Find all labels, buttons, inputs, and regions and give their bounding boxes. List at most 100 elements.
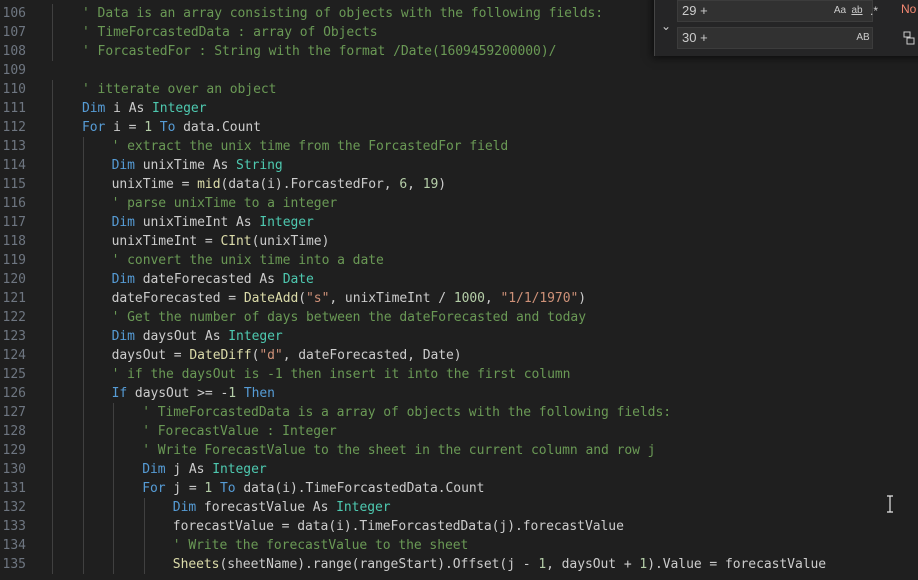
line-number: 132 [2,500,26,515]
code-line[interactable]: 114 Dim unixTime As String [0,156,918,175]
indent-guide [82,194,84,213]
find-input-box[interactable]: Aa ab .* [677,0,878,22]
code-line[interactable]: 117 Dim unixTimeInt As Integer [0,213,918,232]
code-text[interactable]: ' extract the unix time from the Forcast… [112,137,509,156]
code-token: daysOut >= - [127,386,229,401]
code-text[interactable]: ' if the daysOut is -1 then insert it in… [112,365,571,384]
code-text[interactable]: ' ForcastedFor : String with the format … [82,42,556,61]
code-text[interactable]: Dim unixTime As String [112,156,283,175]
code-text[interactable]: Dim dateForecasted As Date [112,270,314,289]
code-line[interactable]: 113 ' extract the unix time from the Forc… [0,137,918,156]
code-text[interactable]: ' ForecastValue : Integer [142,422,336,441]
toggle-replace-chevron-icon[interactable]: ⌄ [659,16,673,36]
indent-guide [52,289,53,308]
code-text[interactable]: ' convert the unix time into a date [112,251,384,270]
replace-one-icon[interactable] [903,29,917,47]
code-line[interactable]: 123 Dim daysOut As Integer [0,327,918,346]
line-number: 111 [2,101,26,116]
replace-input-box[interactable]: AB [677,27,873,49]
code-token: As [128,101,145,116]
code-line[interactable]: 112 For i = 1 To data.Count [0,118,918,137]
code-text[interactable]: ' Get the number of days between the dat… [112,308,586,327]
code-line[interactable]: 129 ' Write ForecastValue to the sheet in… [0,441,918,460]
code-text[interactable]: unixTimeInt = CInt(unixTime) [112,232,330,251]
code-text[interactable]: For i = 1 To data.Count [82,118,261,137]
code-text[interactable]: Dim forecastValue As Integer [173,498,391,517]
code-token: Integer [228,329,283,344]
code-token: mid [197,177,221,192]
code-line[interactable]: 121 dateForecasted = DateAdd("s", unixTim… [0,289,918,308]
find-input[interactable] [682,1,802,21]
indent-guide [82,441,84,460]
indent-guide [82,498,84,517]
indent-guide [82,270,84,289]
indent-guide [52,479,53,498]
code-text[interactable]: ' Write ForecastValue to the sheet in th… [142,441,655,460]
code-token: , daysOut + [546,557,640,572]
preserve-case-button[interactable]: AB [854,30,872,46]
indent-guide [52,251,53,270]
code-line[interactable]: 127 ' TimeForcastedData is a array of obj… [0,403,918,422]
code-line[interactable]: 111 Dim i As Integer [0,99,918,118]
code-text[interactable]: Dim daysOut As Integer [112,327,283,346]
whole-word-button[interactable]: ab [848,3,866,19]
code-line[interactable]: 118 unixTimeInt = CInt(unixTime) [0,232,918,251]
indent-guide [82,137,84,156]
code-text[interactable]: forecastValue = data(i).TimeForcastedDat… [173,517,624,536]
code-text[interactable]: ' parse unixTime to a integer [112,194,338,213]
code-text[interactable]: Dim i As Integer [82,99,207,118]
code-text[interactable]: unixTime = mid(data(i).ForcastedFor, 6, … [112,175,447,194]
replace-input[interactable] [682,28,802,48]
code-editor[interactable]: 106 ' Data is an array consisting of obje… [0,0,918,580]
match-case-button[interactable]: Aa [832,3,848,19]
indent-guide [113,422,115,441]
code-line[interactable]: 110 ' itterate over an object [0,80,918,99]
line-number: 115 [2,177,26,192]
indent-guide [82,365,84,384]
code-text[interactable]: Dim unixTimeInt As Integer [112,213,314,232]
code-line[interactable]: 120 Dim dateForecasted As Date [0,270,918,289]
indent-guide [52,23,53,42]
code-line[interactable]: 116 ' parse unixTime to a integer [0,194,918,213]
code-line[interactable]: 131 For j = 1 To data(i).TimeForcastedDat… [0,479,918,498]
code-line[interactable]: 128 ' ForecastValue : Integer [0,422,918,441]
code-line[interactable]: 133 forecastValue = data(i).TimeForcasted… [0,517,918,536]
code-line[interactable]: 130 Dim j As Integer [0,460,918,479]
code-line[interactable]: 119 ' convert the unix time into a date [0,251,918,270]
code-text[interactable]: ' Write the forecastValue to the sheet [173,536,469,555]
line-number: 129 [2,443,26,458]
code-text[interactable]: For j = 1 To data(i).TimeForcastedData.C… [142,479,484,498]
code-token: To [219,481,236,496]
find-status-text: No [901,2,917,16]
code-line[interactable]: 126 If daysOut >= -1 Then [0,384,918,403]
code-line[interactable]: 132 Dim forecastValue As Integer [0,498,918,517]
code-text[interactable]: dateForecasted = DateAdd("s", unixTimeIn… [112,289,587,308]
line-number: 127 [2,405,26,420]
code-token: ' if the daysOut is -1 then insert it in… [111,367,571,382]
code-text[interactable]: Sheets(sheetName).range(rangeStart).Offs… [173,555,826,574]
regex-button[interactable]: .* [866,3,882,19]
indent-guide [52,498,53,517]
code-line[interactable]: 109 [0,61,918,80]
code-text[interactable]: ' TimeForcastedData : array of Objects [82,23,378,42]
code-line[interactable]: 115 unixTime = mid(data(i).ForcastedFor, … [0,175,918,194]
line-number: 134 [2,538,26,553]
code-line[interactable]: 135 Sheets(sheetName).range(rangeStart).O… [0,555,918,574]
line-number: 108 [2,44,26,59]
code-text[interactable]: If daysOut >= -1 Then [112,384,275,403]
code-lines[interactable]: 106 ' Data is an array consisting of obje… [0,4,918,574]
code-text[interactable]: ' itterate over an object [82,80,276,99]
code-line[interactable]: 122 ' Get the number of days between the … [0,308,918,327]
code-line[interactable]: 134 ' Write the forecastValue to the shee… [0,536,918,555]
code-text[interactable]: Dim j As Integer [142,460,267,479]
code-line[interactable]: 125 ' if the daysOut is -1 then insert it… [0,365,918,384]
line-number: 126 [2,386,26,401]
code-text[interactable]: daysOut = DateDiff("d", dateForecasted, … [112,346,462,365]
code-token: ) [578,291,587,306]
code-token: i [105,101,129,116]
indent-guide [113,498,115,517]
code-line[interactable]: 124 daysOut = DateDiff("d", dateForecaste… [0,346,918,365]
code-text[interactable]: ' TimeForcastedData is a array of object… [142,403,671,422]
code-text[interactable]: ' Data is an array consisting of objects… [82,4,603,23]
